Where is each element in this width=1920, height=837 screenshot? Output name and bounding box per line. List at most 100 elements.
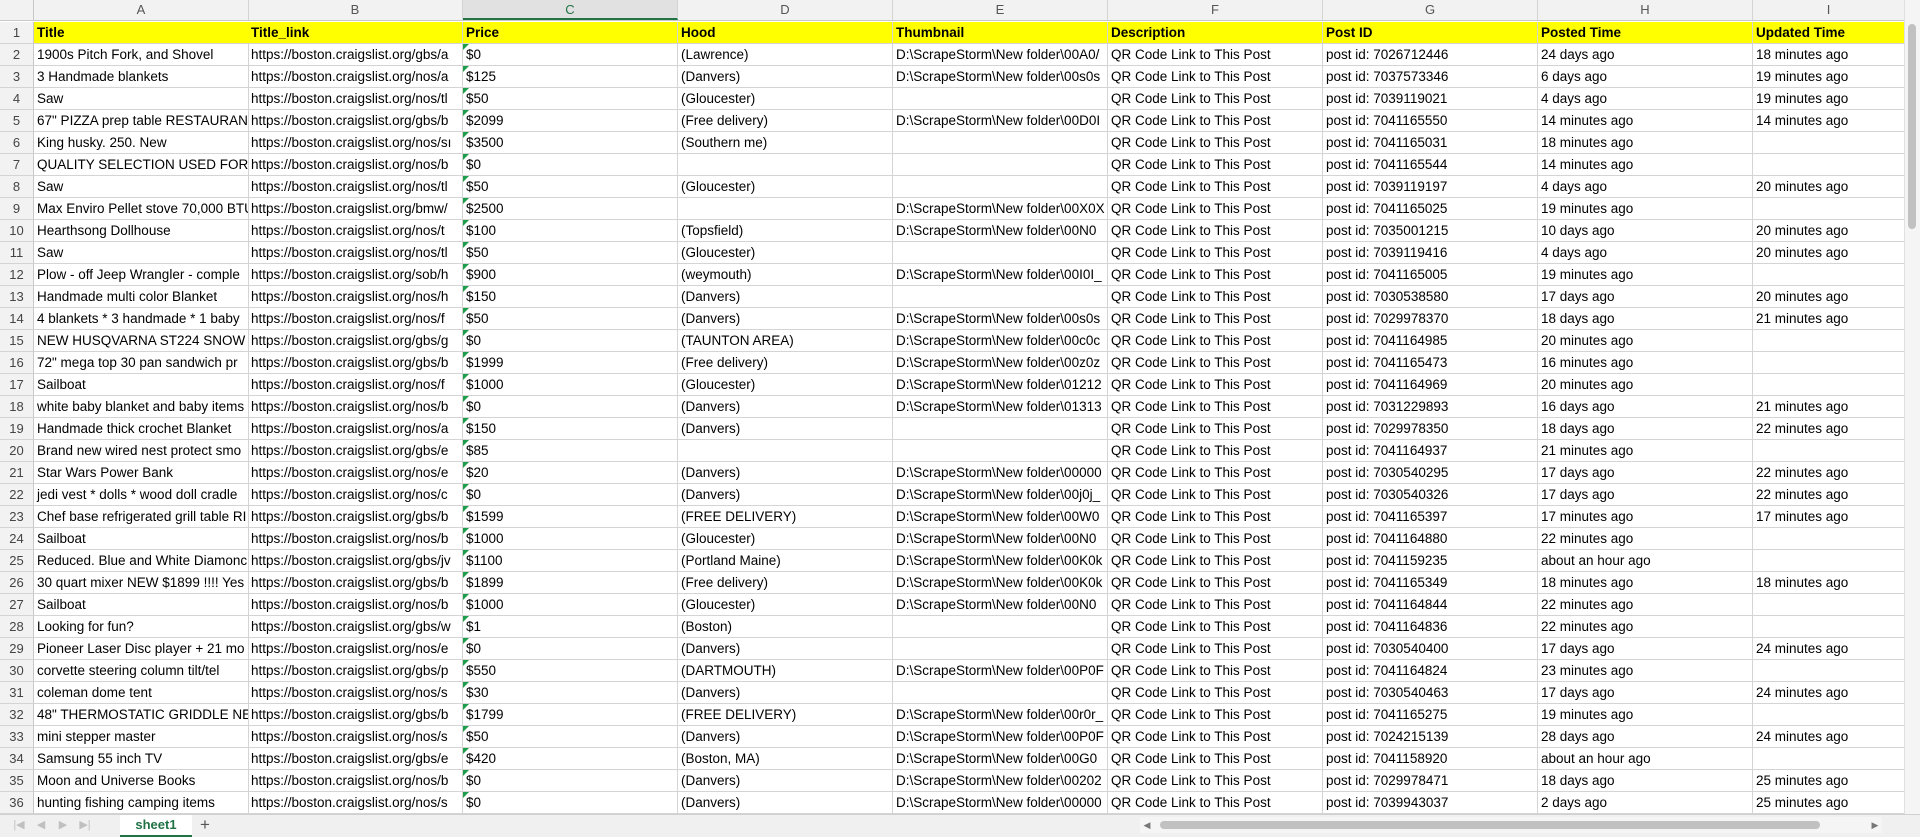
cell-post-id[interactable]: post id: 7041165550 bbox=[1323, 110, 1538, 132]
cell-thumbnail[interactable]: D:\ScrapeStorm\New folder\00N0 bbox=[893, 594, 1108, 616]
row-number[interactable]: 35 bbox=[0, 770, 34, 792]
header-cell-thumbnail[interactable]: Thumbnail bbox=[893, 22, 1108, 44]
cell-hood[interactable]: (weymouth) bbox=[678, 264, 893, 286]
cell-title[interactable]: mini stepper master bbox=[34, 726, 249, 748]
cell-price[interactable]: $20 bbox=[463, 462, 678, 484]
cell-description[interactable]: QR Code Link to This Post bbox=[1108, 528, 1323, 550]
sheet-tab-sheet1[interactable]: sheet1 bbox=[120, 815, 192, 837]
cell-title-link[interactable]: https://boston.craigslist.org/nos/b bbox=[248, 154, 463, 176]
row-number[interactable]: 22 bbox=[0, 484, 34, 506]
cell-updated-time[interactable]: 21 minutes ago bbox=[1753, 396, 1905, 418]
cell-price[interactable]: $0 bbox=[463, 154, 678, 176]
row-number[interactable]: 16 bbox=[0, 352, 34, 374]
cell-hood[interactable]: (Topsfield) bbox=[678, 220, 893, 242]
cell-price[interactable]: $3500 bbox=[463, 132, 678, 154]
row-number[interactable]: 7 bbox=[0, 154, 34, 176]
cell-price[interactable]: $50 bbox=[463, 308, 678, 330]
header-cell-title[interactable]: Title bbox=[34, 22, 249, 44]
cell-hood[interactable]: (Danvers) bbox=[678, 726, 893, 748]
cell-price[interactable]: $420 bbox=[463, 748, 678, 770]
cell-thumbnail[interactable]: D:\ScrapeStorm\New folder\00000 bbox=[893, 462, 1108, 484]
cell-title-link[interactable]: https://boston.craigslist.org/nos/b bbox=[248, 594, 463, 616]
cell-posted-time[interactable]: 17 minutes ago bbox=[1538, 506, 1753, 528]
cell-title-link[interactable]: https://boston.craigslist.org/nos/s bbox=[248, 792, 463, 814]
row-number[interactable]: 1 bbox=[0, 22, 34, 44]
cell-posted-time[interactable]: 22 minutes ago bbox=[1538, 528, 1753, 550]
cell-posted-time[interactable]: 20 minutes ago bbox=[1538, 374, 1753, 396]
cell-title-link[interactable]: https://boston.craigslist.org/nos/tl bbox=[248, 242, 463, 264]
column-header-g[interactable]: G bbox=[1323, 0, 1538, 20]
cell-description[interactable]: QR Code Link to This Post bbox=[1108, 748, 1323, 770]
cell-title-link[interactable]: https://boston.craigslist.org/gbs/e bbox=[248, 748, 463, 770]
cell-hood[interactable]: (Danvers) bbox=[678, 770, 893, 792]
cell-title-link[interactable]: https://boston.craigslist.org/nos/f bbox=[248, 308, 463, 330]
cell-description[interactable]: QR Code Link to This Post bbox=[1108, 308, 1323, 330]
cell-description[interactable]: QR Code Link to This Post bbox=[1108, 792, 1323, 814]
cell-post-id[interactable]: post id: 7041164985 bbox=[1323, 330, 1538, 352]
cell-hood[interactable]: (Danvers) bbox=[678, 638, 893, 660]
cell-description[interactable]: QR Code Link to This Post bbox=[1108, 330, 1323, 352]
cell-title[interactable]: white baby blanket and baby items bbox=[34, 396, 249, 418]
header-cell-price[interactable]: Price bbox=[463, 22, 678, 44]
row-number[interactable]: 30 bbox=[0, 660, 34, 682]
row-number[interactable]: 2 bbox=[0, 44, 34, 66]
cell-title-link[interactable]: https://boston.craigslist.org/nos/a bbox=[248, 66, 463, 88]
column-header-c[interactable]: C bbox=[463, 0, 678, 20]
row-number[interactable]: 13 bbox=[0, 286, 34, 308]
row-number[interactable]: 8 bbox=[0, 176, 34, 198]
cell-thumbnail[interactable]: D:\ScrapeStorm\New folder\01313 bbox=[893, 396, 1108, 418]
cell-title-link[interactable]: https://boston.craigslist.org/nos/h bbox=[248, 286, 463, 308]
row-number[interactable]: 24 bbox=[0, 528, 34, 550]
cell-updated-time[interactable] bbox=[1753, 440, 1905, 462]
cell-posted-time[interactable]: 22 minutes ago bbox=[1538, 616, 1753, 638]
cell-post-id[interactable]: post id: 7039119416 bbox=[1323, 242, 1538, 264]
cell-hood[interactable]: (Danvers) bbox=[678, 792, 893, 814]
cell-thumbnail[interactable] bbox=[893, 176, 1108, 198]
cell-updated-time[interactable] bbox=[1753, 330, 1905, 352]
cell-thumbnail[interactable]: D:\ScrapeStorm\New folder\00202 bbox=[893, 770, 1108, 792]
cell-description[interactable]: QR Code Link to This Post bbox=[1108, 550, 1323, 572]
cell-price[interactable]: $50 bbox=[463, 88, 678, 110]
cell-description[interactable]: QR Code Link to This Post bbox=[1108, 484, 1323, 506]
add-sheet-icon[interactable]: + bbox=[196, 816, 214, 834]
cell-updated-time[interactable]: 24 minutes ago bbox=[1753, 638, 1905, 660]
cell-post-id[interactable]: post id: 7029978370 bbox=[1323, 308, 1538, 330]
cell-post-id[interactable]: post id: 7041164836 bbox=[1323, 616, 1538, 638]
cell-updated-time[interactable] bbox=[1753, 352, 1905, 374]
cell-title-link[interactable]: https://boston.craigslist.org/gbs/p bbox=[248, 660, 463, 682]
cell-description[interactable]: QR Code Link to This Post bbox=[1108, 418, 1323, 440]
cell-hood[interactable]: (Gloucester) bbox=[678, 88, 893, 110]
cell-post-id[interactable]: post id: 7029978350 bbox=[1323, 418, 1538, 440]
cell-title-link[interactable]: https://boston.craigslist.org/nos/b bbox=[248, 770, 463, 792]
column-header-d[interactable]: D bbox=[678, 0, 893, 20]
cell-hood[interactable]: (FREE DELIVERY) bbox=[678, 704, 893, 726]
row-number[interactable]: 12 bbox=[0, 264, 34, 286]
cell-price[interactable]: $50 bbox=[463, 726, 678, 748]
cell-post-id[interactable]: post id: 7041165005 bbox=[1323, 264, 1538, 286]
cell-description[interactable]: QR Code Link to This Post bbox=[1108, 440, 1323, 462]
row-number[interactable]: 17 bbox=[0, 374, 34, 396]
cell-price[interactable]: $1599 bbox=[463, 506, 678, 528]
cell-title[interactable]: Handmade multi color Blanket bbox=[34, 286, 249, 308]
horizontal-scrollbar[interactable]: ◀ ▶ bbox=[1140, 817, 1882, 833]
cell-updated-time[interactable]: 25 minutes ago bbox=[1753, 792, 1905, 814]
cell-title[interactable]: Saw bbox=[34, 88, 249, 110]
cell-title-link[interactable]: https://boston.craigslist.org/nos/tl bbox=[248, 176, 463, 198]
cell-posted-time[interactable]: 4 days ago bbox=[1538, 242, 1753, 264]
cell-updated-time[interactable]: 25 minutes ago bbox=[1753, 770, 1905, 792]
cell-title[interactable]: Plow - off Jeep Wrangler - comple bbox=[34, 264, 249, 286]
cell-posted-time[interactable]: 18 days ago bbox=[1538, 418, 1753, 440]
cell-updated-time[interactable]: 18 minutes ago bbox=[1753, 44, 1905, 66]
cell-updated-time[interactable]: 19 minutes ago bbox=[1753, 88, 1905, 110]
cell-hood[interactable]: (DARTMOUTH) bbox=[678, 660, 893, 682]
row-number[interactable]: 32 bbox=[0, 704, 34, 726]
last-sheet-nav-icon[interactable]: ▶| bbox=[78, 818, 92, 832]
cell-price[interactable]: $30 bbox=[463, 682, 678, 704]
cell-title-link[interactable]: https://boston.craigslist.org/sob/h bbox=[248, 264, 463, 286]
cell-thumbnail[interactable]: D:\ScrapeStorm\New folder\00N0 bbox=[893, 528, 1108, 550]
cell-post-id[interactable]: post id: 7041164824 bbox=[1323, 660, 1538, 682]
cell-post-id[interactable]: post id: 7041165025 bbox=[1323, 198, 1538, 220]
first-sheet-nav-icon[interactable]: |◀ bbox=[12, 818, 26, 832]
cell-post-id[interactable]: post id: 7041165473 bbox=[1323, 352, 1538, 374]
header-cell-posted-time[interactable]: Posted Time bbox=[1538, 22, 1753, 44]
